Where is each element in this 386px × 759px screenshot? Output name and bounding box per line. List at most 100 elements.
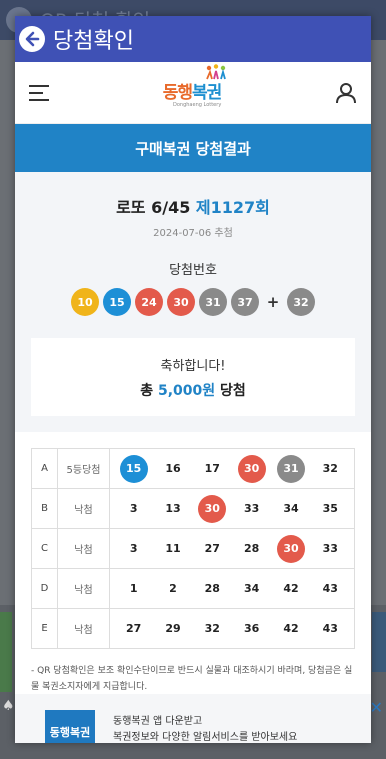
ticket-number-match: 31 xyxy=(276,454,305,483)
app-promo[interactable]: 동행복권 동행복권 앱 다운받고 복권정보와 다양한 알림서비스를 받아보세요 xyxy=(15,694,371,743)
ticket-numbers: 15 16 17 30 31 32 xyxy=(110,454,354,483)
site-logo[interactable]: 동행복권 Donghaeng Lottery xyxy=(162,63,227,108)
winning-ball: 31 xyxy=(199,288,227,316)
prize-summary: 축하합니다! 총 5,000원 당첨 xyxy=(31,338,355,416)
ticket-number: 42 xyxy=(283,582,299,595)
hamburger-menu-icon[interactable] xyxy=(29,84,49,101)
ticket-number-match: 15 xyxy=(119,454,148,483)
dialog-title: 당첨확인 xyxy=(53,29,134,54)
ticket-number: 29 xyxy=(165,622,181,635)
ticket-number: 34 xyxy=(283,502,299,515)
prize-prefix: 총 xyxy=(140,382,158,399)
ticket-number: 43 xyxy=(322,622,338,635)
ticket-row: B 낙첨 3 13 30 33 34 35 xyxy=(31,488,355,529)
ticket-number: 17 xyxy=(204,462,220,475)
game-name: 로또 6/45 xyxy=(116,198,191,217)
ticket-numbers: 1 2 28 34 42 43 xyxy=(110,575,354,603)
winning-ball: 30 xyxy=(167,288,195,316)
promo-line-2: 복권정보와 다양한 알림서비스를 받아보세요 xyxy=(113,732,298,743)
ticket-numbers-cell: 15 16 17 30 31 32 xyxy=(109,448,355,489)
bonus-ball: 32 xyxy=(287,288,315,316)
site-nav: 동행복권 Donghaeng Lottery xyxy=(15,62,371,124)
winning-ball: 15 xyxy=(103,288,131,316)
ticket-label: B xyxy=(31,488,58,529)
ticket-label: A xyxy=(31,448,58,489)
round-number: 제1127회 xyxy=(195,198,270,217)
ticket-status: 낙첨 xyxy=(57,488,110,529)
ticket-number: 32 xyxy=(204,622,220,635)
ticket-number-match: 30 xyxy=(198,494,227,523)
ticket-row: A 5등당첨 15 16 17 30 31 32 xyxy=(31,448,355,489)
ticket-status: 낙첨 xyxy=(57,528,110,569)
ticket-number: 27 xyxy=(204,542,220,555)
ticket-number: 34 xyxy=(243,582,260,595)
result-banner: 구매복권 당첨결과 xyxy=(15,124,371,172)
background-panel-right xyxy=(372,612,386,672)
ticket-number: 36 xyxy=(243,622,260,635)
ticket-number-match: 30 xyxy=(276,534,305,563)
notice-text: - QR 당첨확인은 보조 확인수단이므로 반드시 실물과 대조하시기 바라며,… xyxy=(31,666,353,692)
ticket-number: 43 xyxy=(322,582,338,595)
ticket-number: 3 xyxy=(129,542,138,555)
user-icon[interactable] xyxy=(335,82,357,104)
ticket-number: 11 xyxy=(165,542,181,555)
ticket-numbers-cell: 3 13 30 33 34 35 xyxy=(109,488,355,529)
result-dialog: 당첨확인 동행복권 Donghaeng Lottery 구매복권 당첨결과 로또… xyxy=(15,16,371,743)
ticket-number: 32 xyxy=(322,462,338,475)
ticket-row: C 낙첨 3 11 27 28 30 33 xyxy=(31,528,355,569)
close-icon[interactable]: ✕ xyxy=(370,698,383,717)
ticket-numbers: 27 29 32 36 42 43 xyxy=(110,615,354,643)
logo-subtitle: Donghaeng Lottery xyxy=(173,101,222,108)
ticket-row: D 낙첨 1 2 28 34 42 43 xyxy=(31,568,355,609)
ticket-number: 16 xyxy=(165,462,181,475)
ticket-label: E xyxy=(31,608,58,649)
ticket-number: 3 xyxy=(129,502,138,515)
promo-text: 동행복권 앱 다운받고 복권정보와 다양한 알림서비스를 받아보세요 xyxy=(113,714,297,743)
ticket-number: 13 xyxy=(165,502,181,515)
prize-total: 총 5,000원 당첨 xyxy=(140,380,246,400)
app-logo: 동행복권 xyxy=(45,710,95,743)
ticket-label: D xyxy=(31,568,58,609)
prize-amount: 5,000원 xyxy=(157,382,216,399)
ticket-number: 28 xyxy=(243,542,260,555)
ticket-number: 35 xyxy=(322,502,338,515)
ticket-number: 2 xyxy=(169,582,177,595)
ticket-number-match: 30 xyxy=(237,454,266,483)
ticket-numbers-cell: 27 29 32 36 42 43 xyxy=(109,608,355,649)
winning-ball: 10 xyxy=(71,288,99,316)
logo-text-a: 동행 xyxy=(162,82,193,103)
logo-figures-icon xyxy=(206,63,227,79)
ticket-status: 낙첨 xyxy=(57,568,110,609)
ticket-numbers-cell: 1 2 28 34 42 43 xyxy=(109,568,355,609)
ticket-number: 28 xyxy=(204,582,220,595)
dialog-header: 당첨확인 xyxy=(15,16,371,62)
ticket-status: 5등당첨 xyxy=(57,448,110,489)
ticket-number: 42 xyxy=(283,622,299,635)
ticket-label: C xyxy=(31,528,58,569)
winning-numbers-label: 당첨번호 xyxy=(169,263,217,278)
draw-date: 2024-07-06 추첨 xyxy=(153,228,233,239)
plus-sign: + xyxy=(266,293,280,311)
ticket-table-wrap: A 5등당첨 15 16 17 30 31 32 B 낙첨 3 13 30 33 34 35 C 낙첨 3 11 27 2… xyxy=(15,432,371,649)
ticket-number: 1 xyxy=(129,582,138,595)
prize-suffix: 당첨 xyxy=(215,382,246,399)
ticket-number: 33 xyxy=(243,502,260,515)
round-heading: 로또 6/45 제1127회 xyxy=(15,172,371,218)
winning-ball: 24 xyxy=(135,288,163,316)
ticket-numbers: 3 13 30 33 34 35 xyxy=(110,494,354,523)
winning-numbers: 10 15 24 30 31 37 +32 xyxy=(15,288,371,316)
ticket-number: 27 xyxy=(126,622,142,635)
winning-ball: 37 xyxy=(231,288,259,316)
congrats-text: 축하합니다! xyxy=(160,358,226,374)
ticket-numbers: 3 11 27 28 30 33 xyxy=(110,534,354,563)
background-up-icon: ♠ xyxy=(2,698,15,714)
back-button[interactable] xyxy=(19,26,45,52)
result-area: 로또 6/45 제1127회 2024-07-06 추첨 당첨번호 10 15 24… xyxy=(15,172,371,432)
ticket-status: 낙첨 xyxy=(57,608,110,649)
promo-line-1: 동행복권 앱 다운받고 xyxy=(113,716,203,727)
ticket-number: 33 xyxy=(322,542,338,555)
logo-text-b: 복권 xyxy=(192,82,222,103)
background-panel-left xyxy=(0,612,12,692)
ticket-row: E 낙첨 27 29 32 36 42 43 xyxy=(31,608,355,649)
ticket-table: A 5등당첨 15 16 17 30 31 32 B 낙첨 3 13 30 33 34 35 C 낙첨 3 11 27 2… xyxy=(31,448,355,649)
